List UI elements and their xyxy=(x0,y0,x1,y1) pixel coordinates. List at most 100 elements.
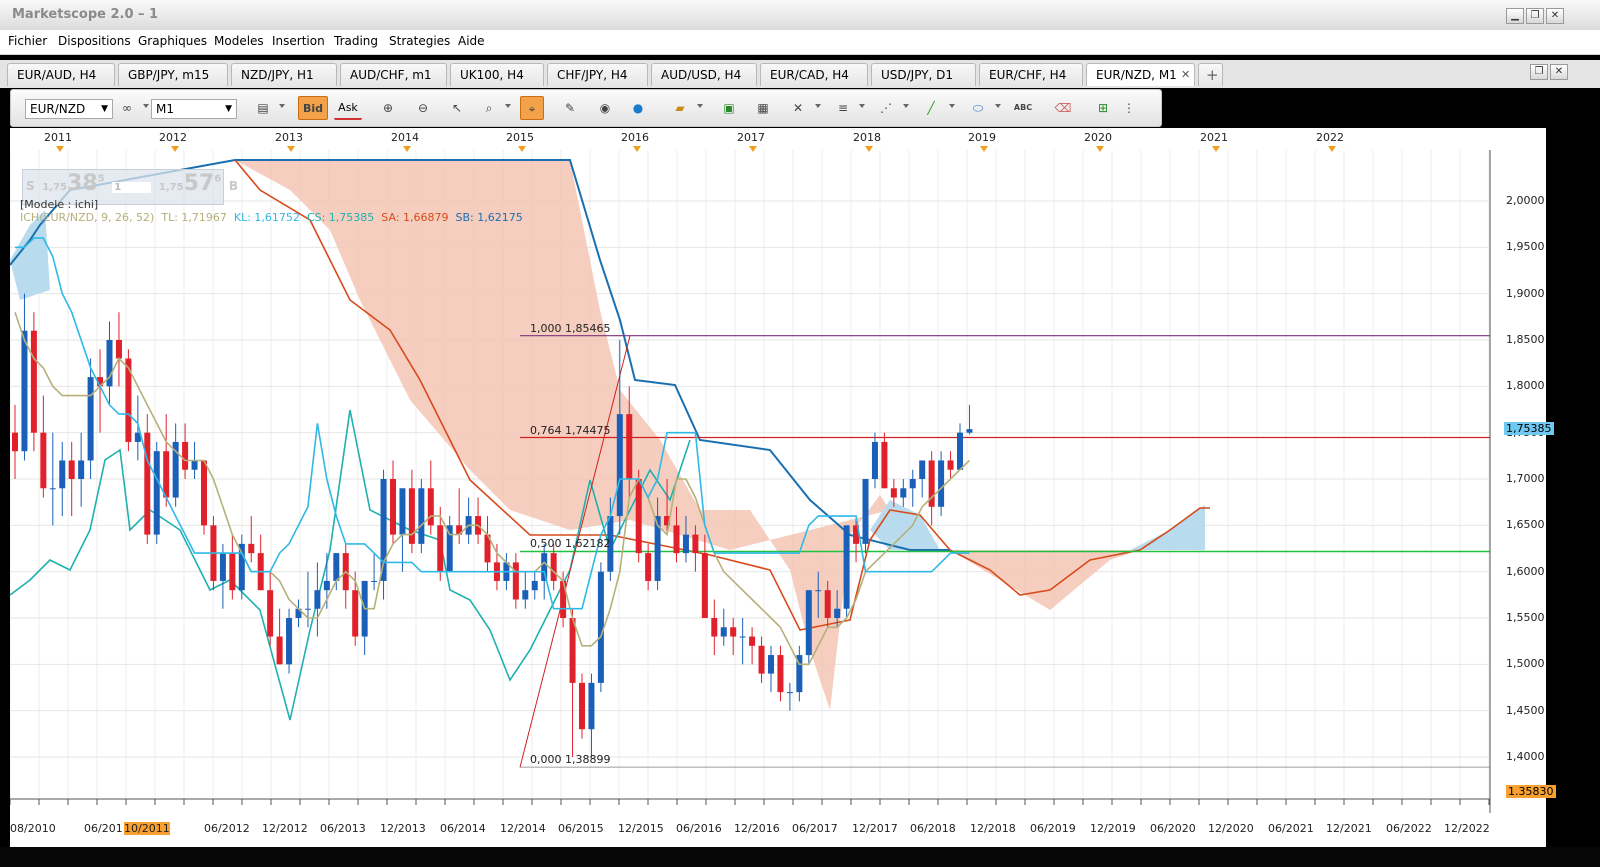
hierarchy-icon[interactable]: ⊞ xyxy=(1091,96,1115,120)
candle-body xyxy=(843,525,850,609)
tab-close-icon[interactable]: ✕ xyxy=(1181,64,1190,86)
candle-body xyxy=(286,618,293,665)
chevron-down-icon[interactable] xyxy=(949,104,955,108)
chevron-down-icon[interactable] xyxy=(143,104,149,108)
tab-usd-jpy[interactable]: USD/JPY, D1 xyxy=(871,63,976,86)
candle-body xyxy=(579,682,585,730)
candle-body xyxy=(730,627,737,637)
image-icon[interactable]: ▣ xyxy=(717,96,741,120)
ruler-icon[interactable]: ▰ xyxy=(668,96,692,120)
sell-label: S xyxy=(26,179,35,193)
properties-icon[interactable]: ✎ xyxy=(558,96,582,120)
menu-strategies[interactable]: Strategies xyxy=(389,34,450,48)
link-icon[interactable]: ∞ xyxy=(115,96,139,120)
chevron-down-icon[interactable] xyxy=(697,104,703,108)
minimize-icon[interactable]: ▁ xyxy=(1506,8,1524,24)
ask-button[interactable]: Ask xyxy=(334,96,362,120)
add-tab-icon[interactable]: + xyxy=(1198,63,1223,86)
eraser-icon[interactable]: ⌫ xyxy=(1051,96,1075,120)
timeframe-value: M1 xyxy=(156,102,174,116)
chart-type-icon[interactable]: ▤ xyxy=(251,96,275,120)
ellipse-icon[interactable]: ⬭ xyxy=(966,96,990,120)
tab-label: AUD/CHF, m1 xyxy=(350,68,432,82)
time-axis-label: 12/2020 xyxy=(1208,822,1254,835)
price-axis-label: 1,4000 xyxy=(1506,750,1545,763)
chart-area[interactable] xyxy=(9,150,1546,813)
tab-eur-aud[interactable]: EUR/AUD, H4 xyxy=(7,63,115,86)
time-axis-label: 06/2014 xyxy=(440,822,486,835)
chevron-down-icon[interactable] xyxy=(903,104,909,108)
legend-sb: SB: 1,62175 xyxy=(455,211,523,224)
candle-body xyxy=(824,590,831,619)
instrument-select[interactable]: EUR/NZD ▼ xyxy=(25,99,113,119)
year-label: 2015 xyxy=(506,131,534,144)
candle-body xyxy=(768,655,774,674)
zoom-in-icon[interactable]: ⊕ xyxy=(376,96,400,120)
menu-dispositions[interactable]: Dispositions xyxy=(58,34,131,48)
time-axis-label: 06/2018 xyxy=(910,822,956,835)
chevron-down-icon[interactable] xyxy=(815,104,821,108)
more-icon[interactable]: ⋮ xyxy=(1121,96,1137,120)
tab-label: UK100, H4 xyxy=(460,68,524,82)
price-chart[interactable] xyxy=(9,150,1546,813)
tab-gbp-jpy[interactable]: GBP/JPY, m15 xyxy=(118,63,228,86)
trendline-icon[interactable]: ╱ xyxy=(919,96,943,120)
tab-eur-chf[interactable]: EUR/CHF, H4 xyxy=(979,63,1083,86)
bid-button[interactable]: Bid xyxy=(298,96,328,120)
draw-tools-icon[interactable]: ✕ xyxy=(786,96,810,120)
candle-body xyxy=(153,451,160,535)
candle-body xyxy=(87,377,94,461)
tab-aud-usd[interactable]: AUD/USD, H4 xyxy=(651,63,757,86)
magnifier-icon[interactable]: ⌕ xyxy=(477,96,501,120)
tab-uk100[interactable]: UK100, H4 xyxy=(450,63,544,86)
window-icon[interactable]: ▦ xyxy=(751,96,775,120)
menu-fichier[interactable]: Fichier xyxy=(8,34,47,48)
lines-icon[interactable]: ≡ xyxy=(831,96,855,120)
restore-icon[interactable]: ❐ xyxy=(1526,8,1544,24)
chart-close-icon[interactable]: ✕ xyxy=(1550,64,1568,80)
menu-graphiques[interactable]: Graphiques xyxy=(138,34,207,48)
eye-icon[interactable]: ◉ xyxy=(593,96,617,120)
buy-small: 1,75 xyxy=(158,182,184,193)
menu-trading[interactable]: Trading xyxy=(334,34,378,48)
chevron-down-icon[interactable] xyxy=(995,104,1001,108)
timeframe-select[interactable]: M1 ▼ xyxy=(151,99,237,119)
candle-body xyxy=(219,553,226,581)
chevron-down-icon[interactable] xyxy=(505,104,511,108)
menu-insertion[interactable]: Insertion xyxy=(272,34,325,48)
cursor-icon[interactable]: ↖ xyxy=(445,96,469,120)
candle-body xyxy=(238,543,245,591)
sell-sup: 5 xyxy=(97,173,105,185)
chevron-down-icon[interactable] xyxy=(279,104,285,108)
crosshair-icon[interactable]: ⌖ xyxy=(520,96,544,120)
candle-body xyxy=(871,441,878,480)
tab-chf-jpy[interactable]: CHF/JPY, H4 xyxy=(547,63,648,86)
instrument-value: EUR/NZD xyxy=(30,102,86,116)
text-tool-icon[interactable]: ABC xyxy=(1011,96,1035,120)
chart-restore-icon[interactable]: ❐ xyxy=(1530,64,1548,80)
time-axis-label: 12/2016 xyxy=(734,822,780,835)
tab-aud-chf[interactable]: AUD/CHF, m1 xyxy=(340,63,447,86)
fan-icon[interactable]: ⋰ xyxy=(874,96,898,120)
tab-eur-nzd[interactable]: EUR/NZD, M1 ✕ xyxy=(1086,63,1195,86)
year-label: 2018 xyxy=(853,131,881,144)
candle-body xyxy=(371,580,378,582)
menu-aide[interactable]: Aide xyxy=(458,34,485,48)
time-axis-label: 06/2017 xyxy=(792,822,838,835)
candle-body xyxy=(550,553,557,581)
window-title: Marketscope 2.0 – 1 xyxy=(12,7,159,22)
tab-eur-cad[interactable]: EUR/CAD, H4 xyxy=(760,63,868,86)
candle-body xyxy=(333,553,340,581)
chevron-down-icon[interactable] xyxy=(859,104,865,108)
tab-label: EUR/CHF, H4 xyxy=(989,68,1067,82)
zoom-out-icon[interactable]: ⊖ xyxy=(411,96,435,120)
tab-label: EUR/CAD, H4 xyxy=(770,68,849,82)
menu-modeles[interactable]: Modeles xyxy=(214,34,264,48)
candle-body xyxy=(588,682,595,730)
candle-body xyxy=(40,432,47,489)
globe-icon[interactable]: ● xyxy=(626,96,650,120)
close-icon[interactable]: ✕ xyxy=(1546,8,1564,24)
candle-body xyxy=(248,543,255,554)
candle-body xyxy=(815,590,822,592)
tab-nzd-jpy[interactable]: NZD/JPY, H1 xyxy=(231,63,337,86)
